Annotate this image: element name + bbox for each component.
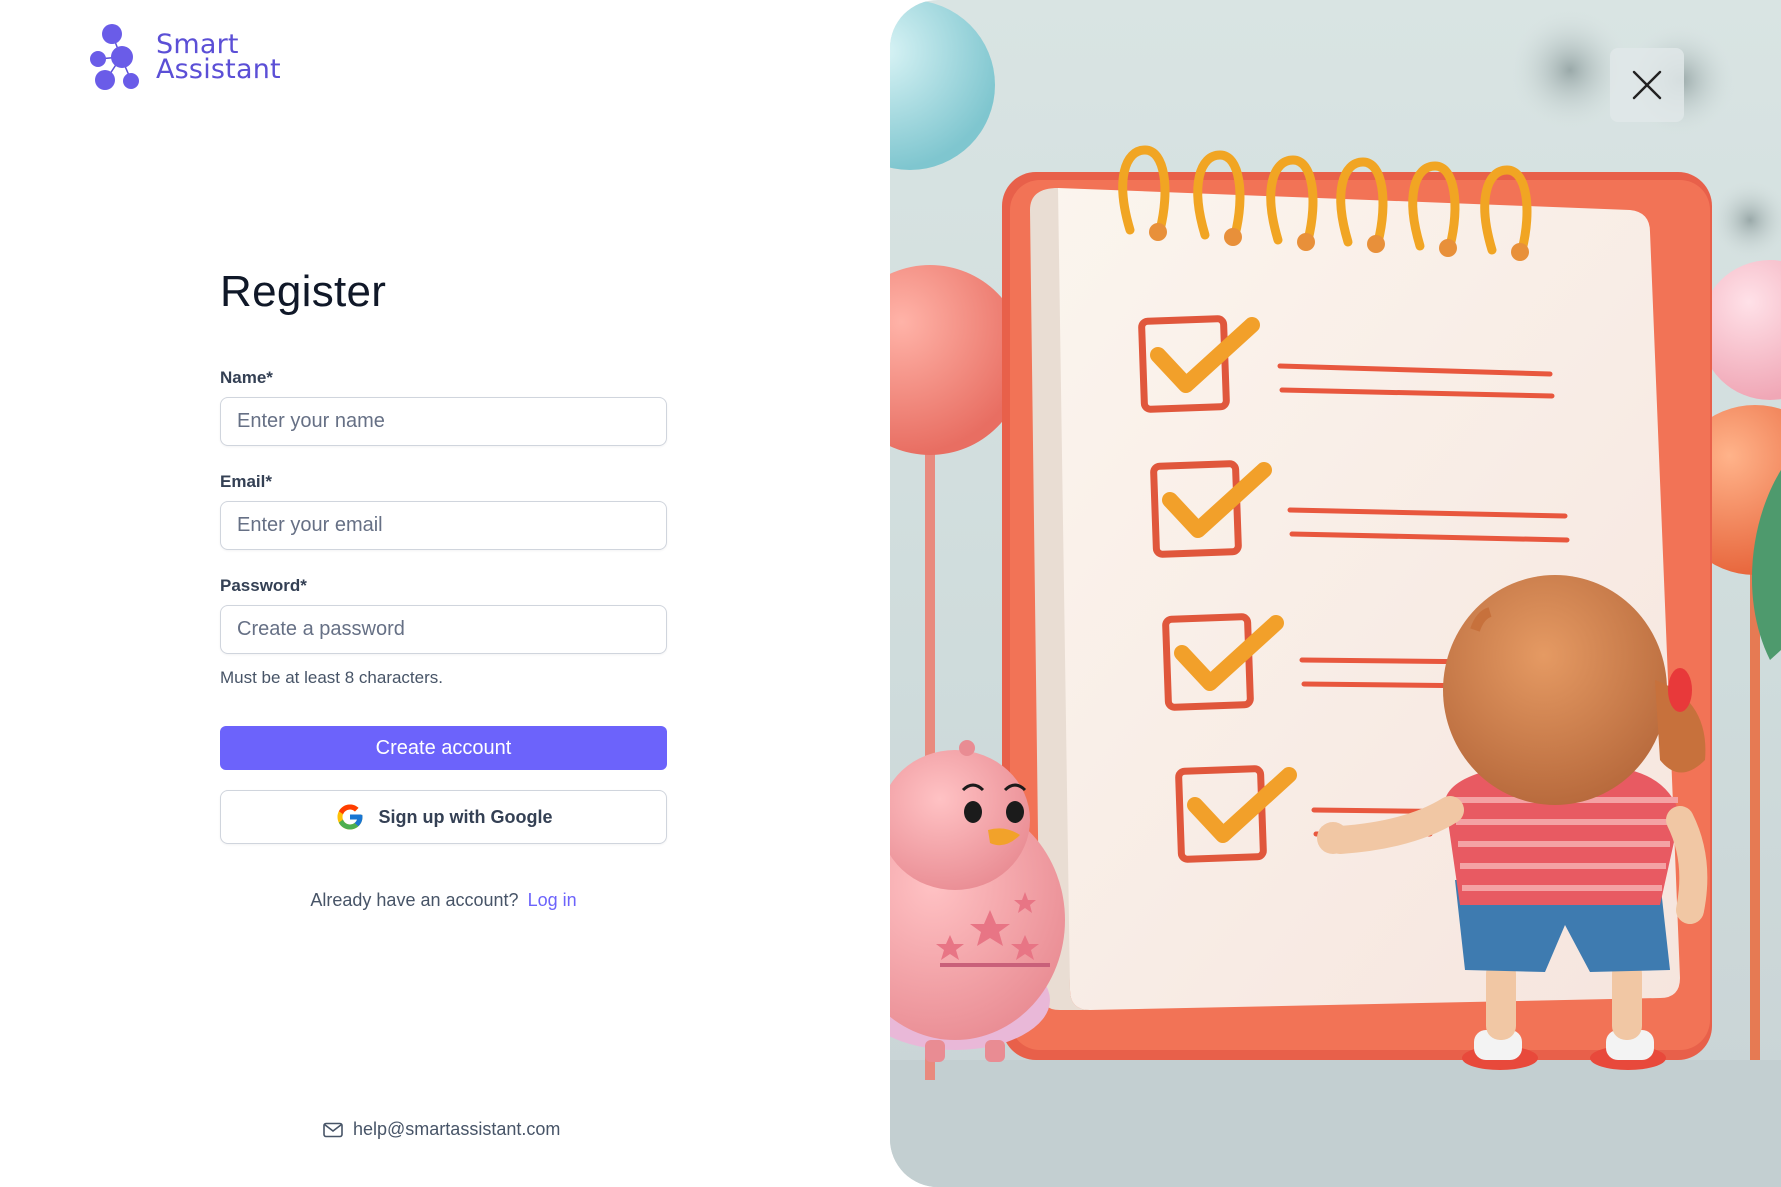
password-group: Password* (220, 576, 667, 654)
mail-icon (323, 1122, 343, 1137)
login-prompt: Already have an account? (310, 890, 519, 910)
google-signup-label: Sign up with Google (378, 806, 553, 827)
google-g-icon (335, 802, 365, 832)
close-icon (1632, 70, 1662, 100)
register-panel: Smart Assistant Register Name* Email* Pa… (0, 0, 890, 1187)
password-input[interactable] (220, 605, 667, 654)
brand-name: Smart Assistant (156, 31, 281, 85)
login-prompt-row: Already have an account? Log in (220, 890, 667, 911)
checklist-illustration (890, 0, 1781, 1187)
help-email: help@smartassistant.com (353, 1119, 561, 1139)
molecule-dots-icon (90, 24, 139, 90)
password-hint: Must be at least 8 characters. (220, 668, 443, 687)
name-label: Name* (220, 368, 273, 387)
close-button[interactable] (1610, 48, 1684, 122)
email-label: Email* (220, 472, 272, 491)
name-group: Name* (220, 368, 667, 446)
email-group: Email* (220, 472, 667, 550)
hero-illustration (890, 0, 1781, 1187)
brand-name-line2: Assistant (156, 54, 281, 85)
page-title: Register (220, 267, 387, 316)
brand-logo[interactable]: Smart Assistant (86, 22, 281, 92)
email-input[interactable] (220, 501, 667, 550)
password-label: Password* (220, 576, 307, 595)
name-input[interactable] (220, 397, 667, 446)
help-contact[interactable]: help@smartassistant.com (323, 1119, 560, 1140)
create-account-button[interactable]: Create account (220, 726, 667, 770)
google-signup-button[interactable]: Sign up with Google (220, 790, 667, 844)
login-link[interactable]: Log in (528, 890, 577, 910)
register-form: Register Name* Email* Password* Must be … (220, 266, 667, 911)
